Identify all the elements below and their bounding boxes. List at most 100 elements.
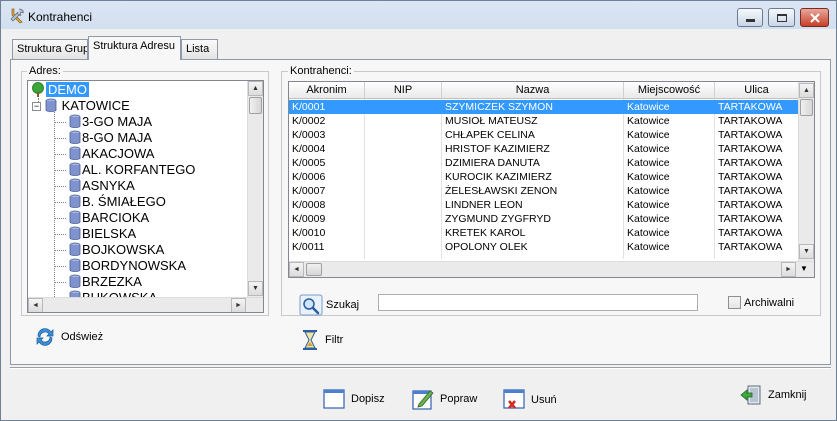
- tree-vertical-scrollbar[interactable]: ▲ ▼: [247, 81, 263, 297]
- delete-button[interactable]: Usuń: [503, 388, 557, 412]
- table-row[interactable]: K/0002 MUSIOŁ MATEUSZ Katowice TARTAKOWA: [289, 114, 798, 128]
- tree-item-street[interactable]: B. ŚMIAŁEGO: [54, 194, 166, 210]
- grid-horizontal-scrollbar[interactable]: ◄ ► ▼: [289, 261, 814, 277]
- tree-icon: [32, 82, 44, 97]
- archived-checkbox[interactable]: [728, 296, 741, 309]
- cell-akronim: K/0006: [292, 171, 326, 183]
- column-header-nazwa[interactable]: Nazwa: [442, 82, 624, 99]
- scroll-up-button[interactable]: ▲: [248, 81, 263, 96]
- tree-item-street[interactable]: BOJKOWSKA: [54, 242, 164, 258]
- tree-item-street[interactable]: AKACJOWA: [54, 146, 154, 162]
- cell-nazwa: ŻELESŁAWSKI ZENON: [445, 185, 558, 197]
- tree-item-street[interactable]: BARCIOKA: [54, 210, 149, 226]
- table-row[interactable]: K/0006 KUROCIK KAZIMIERZ Katowice TARTAK…: [289, 170, 798, 184]
- tree-item-katowice[interactable]: − KATOWICE: [32, 98, 130, 114]
- scroll-thumb[interactable]: [249, 97, 262, 114]
- scroll-down-button[interactable]: ▼: [799, 244, 814, 259]
- cell-ulica: TARTAKOWA: [718, 241, 783, 253]
- tree-item-street[interactable]: 8-GO MAJA: [54, 130, 152, 146]
- address-label: Adres:: [27, 65, 63, 77]
- search-label: Szukaj: [326, 299, 360, 311]
- archived-checkbox-row[interactable]: Archiwalni: [728, 296, 794, 309]
- scroll-left-button[interactable]: ◄: [28, 298, 43, 312]
- cell-ulica: TARTAKOWA: [718, 213, 783, 225]
- minimize-button[interactable]: [737, 8, 763, 27]
- tree-item-street[interactable]: AL. KORFANTEGO: [54, 162, 195, 178]
- close-window-button[interactable]: [800, 8, 829, 27]
- cell-nip: [365, 240, 442, 254]
- app-tools-icon: [10, 8, 24, 24]
- database-icon: [69, 242, 81, 256]
- edit-button[interactable]: Popraw: [412, 387, 477, 411]
- add-button[interactable]: Dopisz: [323, 387, 385, 411]
- scroll-thumb[interactable]: [306, 263, 322, 276]
- tab-group-structure[interactable]: Struktura Grup: [12, 39, 88, 59]
- tree-item-label: AL. KORFANTEGO: [82, 162, 196, 177]
- edit-document-icon: [412, 390, 434, 410]
- tree-item-demo[interactable]: DEMO: [30, 82, 89, 98]
- close-button[interactable]: Zamknij: [740, 383, 807, 407]
- database-icon: [69, 194, 81, 208]
- column-header-akronim[interactable]: Akronim: [289, 82, 365, 99]
- table-row[interactable]: K/0011 OPOLONY OLEK Katowice TARTAKOWA: [289, 240, 798, 254]
- table-row[interactable]: K/0001 SZYMICZEK SZYMON Katowice TARTAKO…: [289, 100, 798, 114]
- tree-horizontal-scrollbar[interactable]: ◄ ►: [28, 297, 263, 312]
- header-label: Ulica: [744, 84, 769, 96]
- cell-nip: [365, 156, 442, 170]
- title-bar[interactable]: Kontrahenci: [1, 1, 836, 31]
- chevron-down-icon: ▼: [800, 264, 808, 273]
- cell-nip: [365, 226, 442, 240]
- cell-nip: [365, 184, 442, 198]
- scroll-menu[interactable]: ▼: [796, 262, 812, 277]
- tree-item-label: 3-GO MAJA: [82, 114, 153, 129]
- table-row[interactable]: K/0004 HRISTOF KAZIMIERZ Katowice TARTAK…: [289, 142, 798, 156]
- maximize-button[interactable]: [768, 8, 795, 27]
- scroll-thumb[interactable]: [800, 99, 813, 116]
- cell-nazwa: KRETEK KAROL: [445, 227, 526, 239]
- cell-nip: [365, 198, 442, 212]
- search-button[interactable]: Szukaj: [299, 293, 359, 317]
- tree-item-street[interactable]: BORDYNOWSKA: [54, 258, 186, 274]
- contractors-grid[interactable]: Akronim NIP Nazwa Miejscowość Ulica K/00…: [288, 81, 815, 278]
- table-row[interactable]: K/0010 KRETEK KAROL Katowice TARTAKOWA: [289, 226, 798, 240]
- table-row[interactable]: K/0008 LINDNER LEON Katowice TARTAKOWA: [289, 198, 798, 212]
- database-icon: [69, 162, 81, 176]
- scroll-right-button[interactable]: ►: [231, 298, 246, 312]
- filter-button[interactable]: Filtr: [302, 329, 343, 351]
- column-header-miejscowosc[interactable]: Miejscowość: [624, 82, 715, 99]
- arrow-left-icon: ◄: [293, 266, 300, 273]
- database-icon: [69, 226, 81, 240]
- address-tree[interactable]: DEMO − KATOWICE 3-GO MAJA 8-GO MAJA AKAC…: [27, 80, 264, 313]
- table-row[interactable]: K/0003 CHŁAPEK CELINA Katowice TARTAKOWA: [289, 128, 798, 142]
- tab-address-structure[interactable]: Struktura Adresu: [88, 36, 181, 60]
- column-header-nip[interactable]: NIP: [365, 82, 442, 99]
- tree-connector: [54, 138, 66, 139]
- grid-vertical-scrollbar[interactable]: ▲ ▼: [798, 82, 814, 261]
- scroll-left-button[interactable]: ◄: [289, 262, 304, 277]
- table-row[interactable]: K/0007 ŻELESŁAWSKI ZENON Katowice TARTAK…: [289, 184, 798, 198]
- arrow-down-icon: ▼: [252, 285, 259, 292]
- search-icon: [299, 294, 323, 316]
- hourglass-icon: [303, 330, 317, 350]
- scroll-up-button[interactable]: ▲: [799, 83, 814, 98]
- tab-list[interactable]: Lista: [181, 39, 218, 59]
- tree-item-street[interactable]: 3-GO MAJA: [54, 114, 152, 130]
- scroll-right-button[interactable]: ►: [781, 262, 796, 277]
- table-row[interactable]: K/0005 DZIMIERA DANUTA Katowice TARTAKOW…: [289, 156, 798, 170]
- cell-nazwa: ZYGMUND ZYGFRYD: [445, 213, 551, 225]
- refresh-button[interactable]: Odśwież: [34, 326, 103, 348]
- tree-connector: [54, 202, 66, 203]
- tab-label: Struktura Adresu: [93, 40, 175, 52]
- tree-item-street[interactable]: BIELSKA: [54, 226, 136, 242]
- database-icon: [69, 130, 81, 144]
- tab-label: Lista: [186, 43, 210, 55]
- tree-item-street[interactable]: ASNYKA: [54, 178, 135, 194]
- refresh-icon: [36, 328, 54, 346]
- column-header-ulica[interactable]: Ulica: [715, 82, 799, 99]
- table-row[interactable]: K/0009 ZYGMUND ZYGFRYD Katowice TARTAKOW…: [289, 212, 798, 226]
- cell-ulica: TARTAKOWA: [718, 115, 783, 127]
- scroll-down-button[interactable]: ▼: [248, 281, 263, 296]
- cell-akronim: K/0005: [292, 157, 326, 169]
- search-input[interactable]: [378, 294, 698, 311]
- tree-item-street[interactable]: BRZEZKA: [54, 274, 142, 290]
